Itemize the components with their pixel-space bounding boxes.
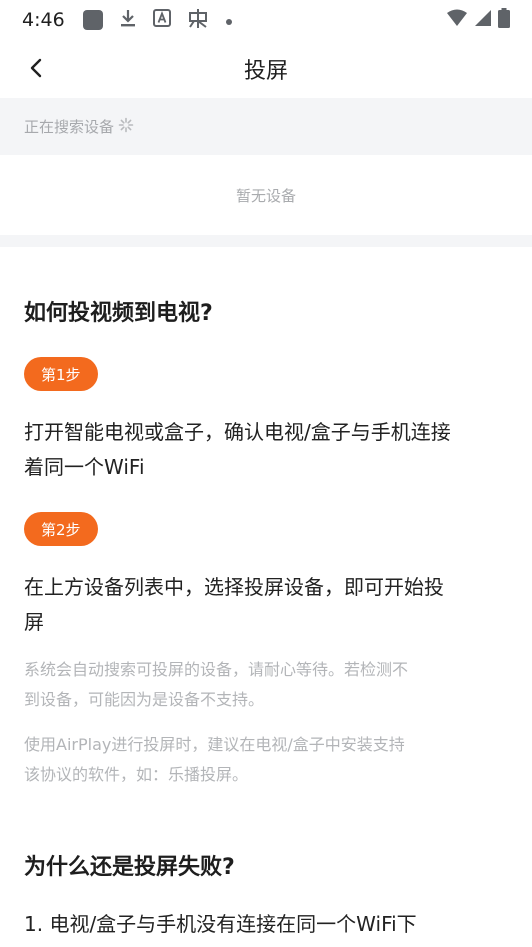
dot-icon (225, 11, 233, 30)
status-left-icons (82, 7, 233, 33)
nav-bar: 投屏 (0, 40, 532, 98)
chevron-left-icon (30, 58, 42, 78)
empty-devices-label: 暂无设备 (235, 186, 296, 205)
step-1: 第1步 (24, 357, 514, 391)
failure-item-1: 1. 电视/盒子与手机没有连接在同一个WiFi下 (24, 912, 417, 936)
note-2-line2: 该协议的软件，如：乐播投屏。 (24, 765, 249, 784)
page-title: 投屏 (243, 59, 288, 84)
status-right-icons (446, 8, 510, 32)
step-1-text-line2: 着同一个WiFi (24, 455, 145, 479)
searching-label: 正在搜索设备 (24, 118, 115, 136)
step-badge: 第2步 (24, 512, 98, 546)
bug-icon (187, 7, 209, 33)
note-1-line2: 到设备，可能因为是设备不支持。 (24, 690, 265, 709)
step-1-text-line1: 打开智能电视或盒子，确认电视/盒子与手机连接 (24, 420, 451, 444)
download-icon (119, 8, 137, 32)
step-2: 第2步 (24, 512, 514, 546)
guide-heading: 如何投视频到电视? (24, 301, 213, 326)
font-a-icon (152, 9, 171, 31)
status-bar: 4:46 (0, 0, 532, 40)
step-2-text-line1: 在上方设备列表中，选择投屏设备，即可开始投 (24, 575, 444, 599)
square-app-icon (82, 10, 103, 30)
signal-icon (474, 9, 492, 31)
battery-icon (498, 8, 510, 32)
wifi-icon (446, 9, 468, 31)
device-list-empty: 暂无设备 (0, 155, 532, 235)
step-badge: 第1步 (24, 357, 98, 391)
loading-spinner-icon (118, 117, 134, 137)
step-2-text-line2: 屏 (24, 610, 44, 634)
failure-heading: 为什么还是投屏失败? (24, 855, 235, 880)
section-divider (0, 235, 532, 247)
status-time: 4:46 (22, 9, 65, 31)
device-search-status: 正在搜索设备 (0, 98, 532, 155)
note-1-line1: 系统会自动搜索可投屏的设备，请耐心等待。若检测不 (24, 660, 409, 679)
note-2-line1: 使用AirPlay进行投屏时，建议在电视/盒子中安装支持 (24, 735, 405, 754)
back-button[interactable] (18, 50, 54, 86)
